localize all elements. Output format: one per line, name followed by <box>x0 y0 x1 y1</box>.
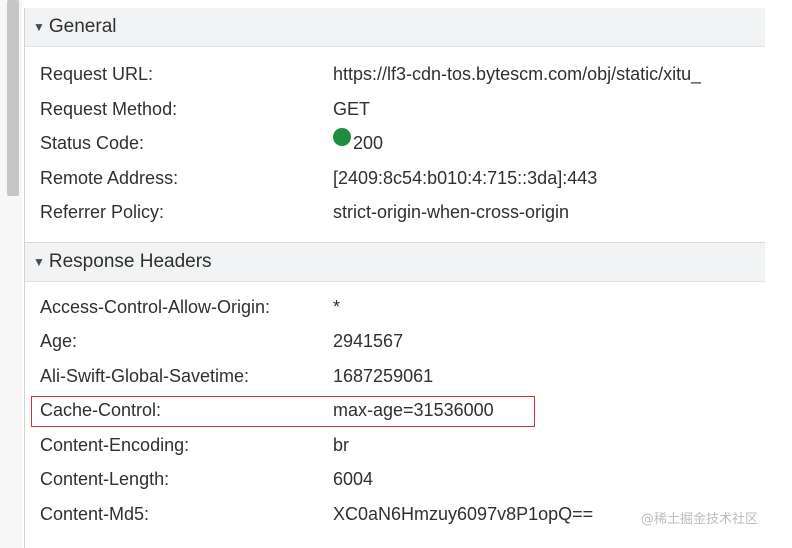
request-method-key: Request Method: <box>40 98 178 119</box>
header-value: * <box>333 296 341 317</box>
vertical-scrollbar[interactable] <box>0 0 22 548</box>
header-key: Age: <box>40 331 78 351</box>
header-value: 1687259061 <box>333 365 434 386</box>
remote-address-value: [2409:8c54:b010:4:715::3da]:443 <box>333 167 598 188</box>
referrer-policy-value: strict-origin-when-cross-origin <box>333 202 570 222</box>
header-key: Cache-Control: <box>40 400 162 420</box>
header-key: Access-Control-Allow-Origin: <box>40 296 271 317</box>
request-url-row: Request URL: https://lf3-cdn-tos.bytescm… <box>25 57 765 92</box>
request-method-value: GET <box>333 98 371 119</box>
header-row-ali-swift-global-savetime: Ali-Swift-Global-Savetime: 1687259061 <box>25 359 765 394</box>
status-code-value-wrapper: 200 <box>333 126 383 161</box>
scrollbar-thumb[interactable] <box>7 0 19 196</box>
status-ok-dot-icon <box>333 128 351 146</box>
request-method-row: Request Method: GET <box>25 92 765 127</box>
header-row-age: Age: 2941567 <box>25 324 765 359</box>
response-header-rows: Access-Control-Allow-Origin: * Age: 2941… <box>25 282 765 544</box>
header-value: 2941567 <box>333 331 404 351</box>
header-row-access-control-allow-origin: Access-Control-Allow-Origin: * <box>25 290 765 325</box>
watermark: @稀土掘金技术社区 <box>640 512 758 527</box>
header-key: Content-Md5: <box>40 503 150 524</box>
collapse-triangle-icon[interactable]: ▼ <box>33 20 45 34</box>
request-url-value[interactable]: https://lf3-cdn-tos.bytescm.com/obj/stat… <box>333 57 701 92</box>
request-url-key: Request URL: <box>40 64 154 84</box>
referrer-policy-row: Referrer Policy: strict-origin-when-cros… <box>25 195 765 230</box>
referrer-policy-key: Referrer Policy: <box>40 202 165 222</box>
response-headers-section-title: Response Headers <box>48 250 212 272</box>
header-value: 6004 <box>333 469 374 489</box>
header-row-content-length: Content-Length: 6004 <box>25 462 765 497</box>
status-code-value: 200 <box>353 133 384 153</box>
status-code-row: Status Code: 200 <box>25 126 765 161</box>
general-section-header[interactable]: ▼ General <box>25 8 765 47</box>
header-row-cache-control: Cache-Control: max-age=31536000 <box>25 393 765 428</box>
response-headers-section-header[interactable]: ▼ Response Headers <box>25 241 765 282</box>
general-rows: Request URL: https://lf3-cdn-tos.bytescm… <box>25 47 765 242</box>
header-key: Ali-Swift-Global-Savetime: <box>40 365 250 386</box>
collapse-triangle-icon[interactable]: ▼ <box>33 255 45 269</box>
header-key: Content-Encoding: <box>40 434 190 455</box>
status-code-key: Status Code: <box>40 133 145 153</box>
remote-address-row: Remote Address: [2409:8c54:b010:4:715::3… <box>25 161 765 196</box>
header-key: Content-Length: <box>40 469 170 489</box>
header-value: XC0aN6Hmzuy6097v8P1opQ== <box>333 503 594 524</box>
header-value: max-age=31536000 <box>333 400 494 420</box>
header-row-content-encoding: Content-Encoding: br <box>25 428 765 463</box>
headers-panel: ▼ General Request URL: https://lf3-cdn-t… <box>24 8 765 548</box>
remote-address-key: Remote Address: <box>40 167 179 188</box>
header-value: br <box>333 434 350 455</box>
general-section-title: General <box>48 16 117 37</box>
